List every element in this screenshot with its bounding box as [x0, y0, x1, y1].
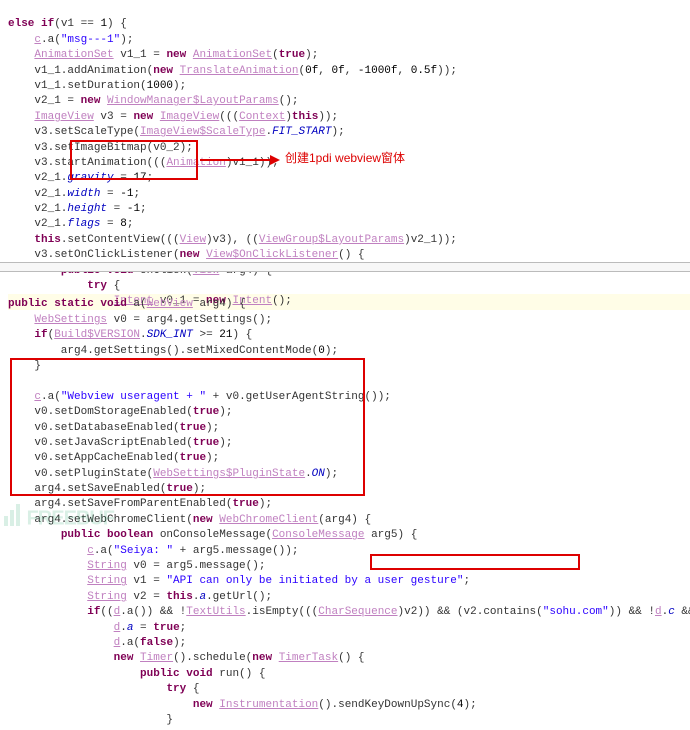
code-line: WebSettings v0 = arg4.getSettings();: [8, 314, 272, 326]
code-line: v1_1.setDuration(1000);: [8, 80, 186, 92]
code-line: c.a("Seiya: " + arg5.message());: [8, 545, 298, 557]
code-line: v0.setDatabaseEnabled(true);: [8, 422, 219, 434]
code-line: v2_1.width = -1;: [8, 188, 140, 200]
code-line: AnimationSet v1_1 = new AnimationSet(tru…: [8, 49, 318, 61]
code-line: public static void a(WebView arg4) {: [8, 298, 246, 310]
code-line: v2_1.flags = 8;: [8, 218, 133, 230]
code-line: String v1 = "API can only be initiated b…: [8, 575, 470, 587]
code-line: v2_1.height = -1;: [8, 203, 147, 215]
code-line: arg4.getSettings().setMixedContentMode(0…: [8, 345, 338, 357]
code-line: v3.setOnClickListener(new View$OnClickLi…: [8, 249, 365, 261]
code-line: v3.setScaleType(ImageView$ScaleType.FIT_…: [8, 126, 345, 138]
code-line: v3.startAnimation(((Animation)v1_1));: [8, 157, 279, 169]
code-line: v0.setAppCacheEnabled(true);: [8, 452, 219, 464]
code-line: }: [8, 714, 173, 726]
code-line: new Instrumentation().sendKeyDownUpSync(…: [8, 699, 477, 711]
code-line: [8, 375, 15, 387]
code-line: String v0 = arg5.message();: [8, 560, 265, 572]
code-line: d.a = true;: [8, 622, 186, 634]
code-line: v0.setDomStorageEnabled(true);: [8, 406, 232, 418]
code-line: v3.setImageBitmap(v0_2);: [8, 142, 193, 154]
annotation-label: 创建1pdi webview窗体: [285, 150, 405, 167]
code-line: v1_1.addAnimation(new TranslateAnimation…: [8, 65, 457, 77]
code-line: try {: [8, 683, 199, 695]
code-line: c.a("msg---1");: [8, 34, 133, 46]
code-line: v0.setJavaScriptEnabled(true);: [8, 437, 232, 449]
code-line: c.a("Webview useragent + " + v0.getUserA…: [8, 391, 391, 403]
code-line: d.a(false);: [8, 637, 186, 649]
code-line: ImageView v3 = new ImageView(((Context)t…: [8, 111, 338, 123]
code-line: if(Build$VERSION.SDK_INT >= 21) {: [8, 329, 252, 341]
code-line: arg4.setSaveEnabled(true);: [8, 483, 206, 495]
code-line: if((d.a()) && !TextUtils.isEmpty(((CharS…: [8, 606, 690, 618]
watermark: FREEBUF: [4, 504, 114, 534]
code-line: v2_1.gravity = 17;: [8, 172, 153, 184]
code-line: new Timer().schedule(new TimerTask() {: [8, 652, 365, 664]
split-divider: [0, 262, 690, 272]
code-line: else if(v1 == 1) {: [8, 18, 127, 30]
code-line: public void run() {: [8, 668, 265, 680]
code-line: String v2 = this.a.getUrl();: [8, 591, 272, 603]
code-line: this.setContentView(((View)v3), ((ViewGr…: [8, 234, 457, 246]
code-line: v2_1 = new WindowManager$LayoutParams();: [8, 95, 299, 107]
code-line: v0.setPluginState(WebSettings$PluginStat…: [8, 468, 338, 480]
code-line: }: [8, 360, 41, 372]
